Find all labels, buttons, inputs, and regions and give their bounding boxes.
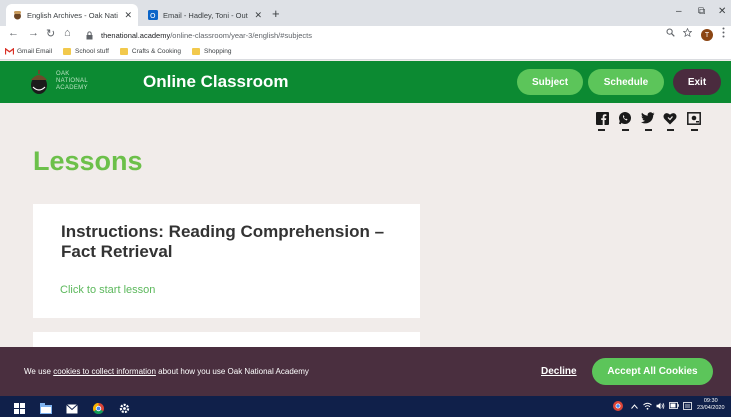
logo-wordmark: OAK NATIONAL ACADEMY: [56, 71, 88, 92]
home-icon[interactable]: ⌂: [64, 27, 71, 39]
tab-close-icon[interactable]: ✕: [254, 10, 262, 21]
divider: [667, 129, 674, 131]
outlook-favicon-icon: O: [148, 10, 158, 20]
clock-time: 09:30: [703, 398, 718, 404]
oak-favicon-icon: [12, 10, 22, 20]
new-tab-button[interactable]: +: [272, 6, 280, 21]
bookmarks-bar: Gmail Email School stuff Crafts & Cookin…: [0, 44, 731, 60]
start-lesson-link[interactable]: Click to start lesson: [60, 284, 155, 296]
bookmark-star-icon[interactable]: [682, 27, 693, 39]
windows-taskbar: 09:30 23/04/2020: [0, 396, 731, 417]
file-explorer-icon[interactable]: [40, 401, 52, 414]
whatsapp-icon[interactable]: [618, 111, 632, 125]
lesson-card[interactable]: Instructions: Reading Comprehension – Fa…: [33, 204, 420, 318]
bookmark-label: Shopping: [204, 48, 232, 55]
url-path: /online-classroom/year-3/english/#subjec…: [170, 30, 312, 40]
window-close-icon[interactable]: ✕: [718, 6, 726, 17]
page-title: Online Classroom: [143, 72, 289, 91]
bookmark-label: Crafts & Cooking: [131, 48, 182, 55]
bookmark-gmail[interactable]: Gmail Email: [4, 47, 53, 55]
minimize-icon[interactable]: –: [676, 6, 682, 17]
divider: [645, 129, 652, 131]
oak-acorn-logo-icon[interactable]: [28, 69, 50, 95]
chrome-icon[interactable]: [92, 401, 104, 415]
pinterest-heart-icon[interactable]: [663, 111, 677, 125]
bookmark-crafts-cooking[interactable]: Crafts & Cooking: [119, 48, 182, 55]
bookmark-label: School stuff: [75, 48, 109, 55]
lock-icon: [86, 30, 94, 40]
zoom-icon[interactable]: [666, 28, 675, 39]
tab-english-archives[interactable]: English Archives - Oak National A ✕: [6, 4, 138, 26]
profile-avatar[interactable]: T: [701, 29, 713, 41]
folder-icon: [63, 48, 72, 55]
cookie-text-start: We use: [24, 367, 54, 376]
url-host: thenational.academy: [101, 30, 171, 40]
show-hidden-icons-chevron-icon[interactable]: [631, 402, 638, 411]
tab-outlook-email[interactable]: O Email - Hadley, Toni - Outlook ✕: [142, 4, 268, 26]
forward-arrow-icon[interactable]: →: [28, 27, 39, 39]
bookmark-shopping[interactable]: Shopping: [192, 48, 232, 55]
clock-date: 23/04/2020: [697, 405, 725, 411]
bookmark-label: Gmail Email: [17, 48, 53, 55]
gmail-icon: [4, 47, 15, 55]
browser-toolbar: ← → ↻ ⌂ thenational.academy /online-clas…: [0, 26, 731, 44]
exit-button[interactable]: Exit: [673, 69, 721, 95]
settings-gear-icon[interactable]: [119, 401, 130, 414]
maximize-icon[interactable]: ⧉: [698, 6, 705, 17]
mail-icon[interactable]: [66, 401, 78, 414]
cookie-message: We use cookies to collect information ab…: [24, 367, 309, 376]
svg-text:O: O: [150, 12, 156, 20]
google-classroom-icon[interactable]: [687, 111, 701, 125]
decline-cookies-button[interactable]: Decline: [541, 366, 577, 377]
address-bar[interactable]: thenational.academy /online-classroom/ye…: [86, 27, 676, 43]
facebook-icon[interactable]: [595, 111, 609, 125]
browser-tab-strip: English Archives - Oak National A ✕ O Em…: [0, 0, 731, 26]
twitter-icon[interactable]: [641, 111, 655, 125]
menu-kebab-icon[interactable]: [722, 27, 725, 40]
divider: [622, 129, 629, 131]
wifi-icon[interactable]: [643, 402, 652, 412]
reload-icon[interactable]: ↻: [46, 27, 55, 40]
battery-icon[interactable]: [669, 402, 679, 411]
folder-icon: [192, 48, 201, 55]
folder-icon: [119, 48, 128, 55]
schedule-button[interactable]: Schedule: [588, 69, 664, 95]
cookie-info-link[interactable]: cookies to collect information: [53, 367, 156, 376]
site-header: OAK NATIONAL ACADEMY Online Classroom Su…: [0, 61, 731, 103]
back-arrow-icon[interactable]: ←: [8, 27, 19, 39]
volume-icon[interactable]: [656, 402, 665, 412]
subject-button[interactable]: Subject: [517, 69, 583, 95]
lessons-heading: Lessons: [33, 146, 143, 176]
bookmark-school-stuff[interactable]: School stuff: [63, 48, 109, 55]
cookie-banner: We use cookies to collect information ab…: [0, 347, 731, 396]
divider: [598, 129, 605, 131]
notifications-icon[interactable]: [683, 402, 692, 412]
logo-line: NATIONAL: [56, 78, 88, 84]
logo-line: ACADEMY: [56, 85, 88, 91]
accept-all-cookies-button[interactable]: Accept All Cookies: [592, 358, 713, 385]
cookie-text-end: about how you use Oak National Academy: [155, 367, 309, 376]
tab-title: English Archives - Oak National A: [27, 10, 118, 20]
tab-title: Email - Hadley, Toni - Outlook: [163, 10, 248, 20]
system-clock[interactable]: 09:30 23/04/2020: [697, 398, 725, 412]
tab-close-icon[interactable]: ✕: [124, 10, 132, 21]
logo-line: OAK: [56, 71, 70, 77]
lesson-title: Instructions: Reading Comprehension – Fa…: [61, 222, 385, 261]
divider: [691, 129, 698, 131]
chrome-tray-icon[interactable]: [613, 401, 623, 413]
windows-start-icon[interactable]: [14, 401, 25, 414]
